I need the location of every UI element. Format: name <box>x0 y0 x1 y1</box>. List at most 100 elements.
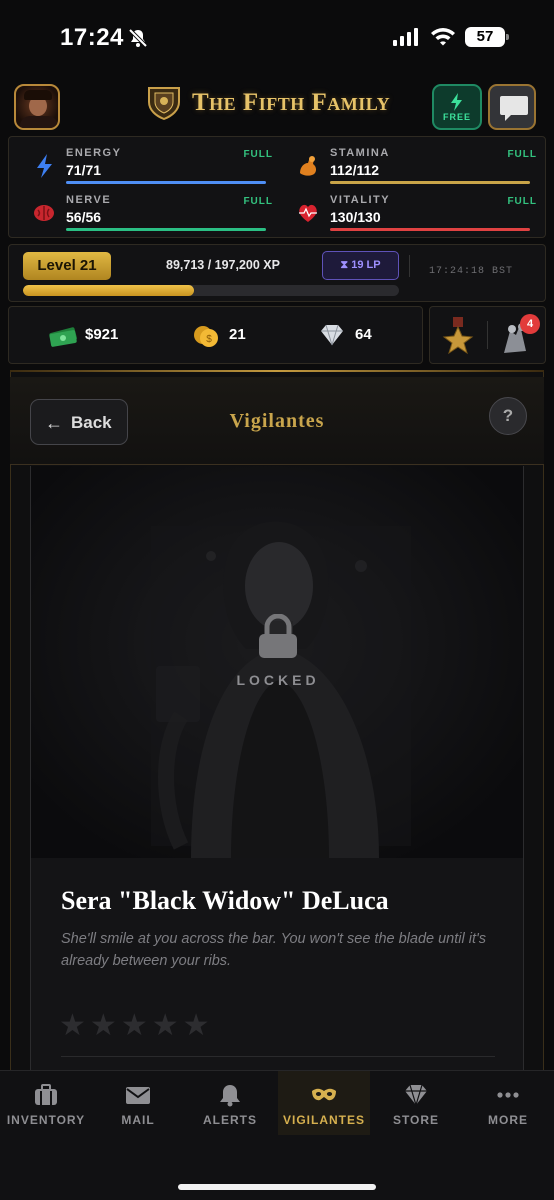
vitality-stat[interactable]: VITALITY 130/130 FULL <box>297 192 537 234</box>
diamond-icon <box>321 324 343 346</box>
tab-label: MAIL <box>121 1113 155 1127</box>
status-bar: 17:24 57 <box>0 0 554 76</box>
chat-bubble-icon <box>500 96 528 121</box>
server-clock: 17:24:18 BST <box>429 266 514 277</box>
family-crest-icon <box>148 87 180 120</box>
awards-notification-badge: 4 <box>520 314 540 334</box>
energy-stat[interactable]: ENERGY 71/71 FULL <box>33 145 273 187</box>
briefcase-icon <box>35 1084 57 1105</box>
nerve-bar <box>66 228 266 231</box>
bottom-tab-bar: INVENTORY MAIL ALERTS VIGILANTES STORE M… <box>0 1070 554 1200</box>
stamina-stat[interactable]: STAMINA 112/112 FULL <box>297 145 537 187</box>
cellular-signal-icon <box>393 28 418 46</box>
chat-button[interactable] <box>488 84 536 130</box>
locked-label: LOCKED <box>236 672 320 688</box>
nerve-stat[interactable]: NERVE 56/56 FULL <box>33 192 273 234</box>
character-name: Sera "Black Widow" DeLuca <box>61 886 389 915</box>
help-button[interactable]: ? <box>489 397 527 435</box>
divider <box>487 321 488 349</box>
tab-store[interactable]: STORE <box>370 1071 462 1135</box>
tab-mail[interactable]: MAIL <box>92 1071 184 1135</box>
page-title: Vigilantes <box>229 410 325 432</box>
character-portrait: LOCKED <box>31 466 523 858</box>
vitality-label: VITALITY <box>330 194 391 206</box>
coins-currency[interactable]: $ 21 <box>191 322 246 350</box>
character-description: She'll smile at you across the bar. You … <box>61 931 487 969</box>
heart-pulse-icon <box>299 204 317 222</box>
lp-badge[interactable]: ⧗ 19 LP <box>322 251 399 280</box>
flexed-arm-icon <box>300 156 317 176</box>
free-label: FREE <box>442 112 471 122</box>
status-time: 17:24 <box>60 24 124 51</box>
battery-indicator: 57 <box>465 27 509 47</box>
wifi-icon <box>431 28 455 46</box>
tab-label: ALERTS <box>203 1113 257 1127</box>
free-energy-button[interactable]: FREE <box>432 84 482 130</box>
lp-value: 19 LP <box>351 259 381 271</box>
stats-panel: ENERGY 71/71 FULL STAMINA 112/112 FULL N… <box>8 136 546 238</box>
energy-bar <box>66 181 266 184</box>
divider <box>61 1056 495 1057</box>
stamina-label: STAMINA <box>330 147 390 159</box>
hourglass-icon: ⧗ <box>340 259 349 271</box>
bell-icon <box>220 1085 240 1107</box>
gold-divider <box>10 370 544 372</box>
cash-currency[interactable]: $921 <box>47 322 118 350</box>
energy-status: FULL <box>243 149 273 160</box>
silent-bell-icon <box>128 28 148 48</box>
mask-icon <box>312 1088 336 1101</box>
xp-text: 89,713 / 197,200 XP <box>166 258 280 272</box>
more-dots-icon <box>497 1092 519 1098</box>
energy-value: 71/71 <box>66 162 102 178</box>
level-panel: Level 21 89,713 / 197,200 XP ⧗ 19 LP 17:… <box>8 244 546 302</box>
tab-label: INVENTORY <box>6 1113 86 1127</box>
vitality-status: FULL <box>507 196 537 207</box>
xp-progress-fill <box>23 285 195 296</box>
vitality-bar <box>330 228 530 231</box>
app-title: The Fifth Family <box>192 89 391 116</box>
player-avatar[interactable] <box>14 84 60 130</box>
lock-icon <box>259 614 297 658</box>
diamonds-amount: 64 <box>355 326 372 343</box>
tab-label: VIGILANTES <box>282 1113 365 1127</box>
energy-bolt-icon <box>37 154 52 178</box>
level-badge[interactable]: Level 21 <box>23 252 111 280</box>
currency-panel: $921 $ 21 64 <box>8 306 423 364</box>
stamina-value: 112/112 <box>330 162 380 178</box>
home-indicator[interactable] <box>178 1184 376 1190</box>
stamina-status: FULL <box>507 149 537 160</box>
gold-coins-icon: $ <box>194 326 218 347</box>
nerve-label: NERVE <box>66 194 112 206</box>
star-medal-icon[interactable] <box>442 317 474 357</box>
locked-portrait-silhouette <box>31 466 523 858</box>
diamond-icon <box>405 1084 427 1106</box>
stamina-bar <box>330 181 530 184</box>
divider <box>409 255 410 277</box>
nerve-value: 56/56 <box>66 209 102 225</box>
awards-panel: 4 <box>429 306 546 364</box>
tab-alerts[interactable]: ALERTS <box>184 1071 276 1135</box>
rating-star[interactable]: ★ <box>121 1009 152 1042</box>
cash-amount: $921 <box>85 326 119 343</box>
nerve-status: FULL <box>243 196 273 207</box>
rating-star[interactable]: ★ <box>90 1009 121 1042</box>
character-rating: ★★★★★ <box>59 1008 214 1043</box>
rating-star[interactable]: ★ <box>152 1009 183 1042</box>
rating-star[interactable]: ★ <box>183 1009 214 1042</box>
xp-progress-bar <box>23 285 399 296</box>
lightning-icon <box>451 93 462 111</box>
tab-inventory[interactable]: INVENTORY <box>0 1071 92 1135</box>
diamonds-currency[interactable]: 64 <box>317 322 372 350</box>
energy-label: ENERGY <box>66 147 122 159</box>
svg-text:$: $ <box>206 334 212 345</box>
tab-vigilantes[interactable]: VIGILANTES <box>278 1071 370 1135</box>
vitality-value: 130/130 <box>330 209 381 225</box>
coins-amount: 21 <box>229 326 246 343</box>
character-card: LOCKED Sera "Black Widow" DeLuca She'll … <box>30 466 524 1071</box>
rating-star[interactable]: ★ <box>59 1009 90 1042</box>
tab-label: MORE <box>488 1113 528 1127</box>
tab-more[interactable]: MORE <box>462 1071 554 1135</box>
tab-label: STORE <box>392 1113 440 1127</box>
cash-stack-icon <box>49 327 77 347</box>
envelope-icon <box>126 1087 150 1104</box>
